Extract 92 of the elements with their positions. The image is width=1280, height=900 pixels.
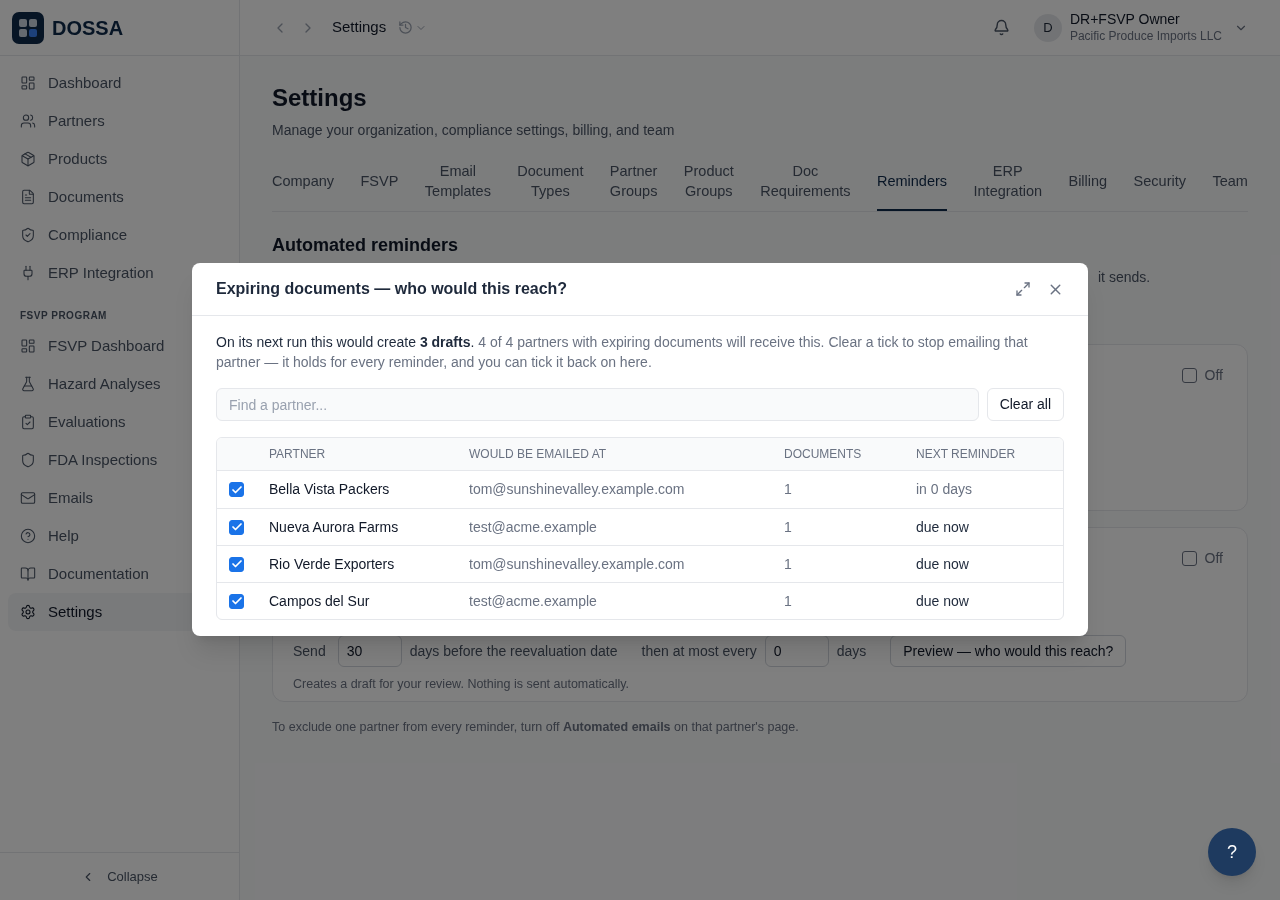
avatar[interactable]: D xyxy=(1033,13,1062,42)
tab[interactable]: ERP Integration xyxy=(973,161,1043,211)
sidebar-item[interactable]: FDA Inspections xyxy=(8,441,231,479)
people-icon xyxy=(20,113,36,129)
toggle-label: Off xyxy=(1204,366,1223,385)
expand-icon[interactable] xyxy=(1015,281,1031,297)
logo-icon xyxy=(12,11,44,44)
next-reminder: due now xyxy=(916,554,970,574)
sidebar-item[interactable]: Emails xyxy=(8,479,231,517)
card-hint: Creates a draft for your review. Nothing is sent automatically. xyxy=(293,676,631,693)
breadcrumb-title: Settings xyxy=(332,17,387,38)
days-input[interactable]: 30 xyxy=(337,635,402,667)
next-reminder: due now xyxy=(916,517,970,537)
days-before-label: days before the reevaluation date xyxy=(409,641,618,661)
section-title: Automated reminders xyxy=(272,234,460,257)
document-count: 1 xyxy=(784,554,793,574)
checkbox[interactable] xyxy=(229,482,244,497)
document-icon xyxy=(20,189,36,205)
sidebar-item[interactable]: Compliance xyxy=(8,216,231,254)
checkbox[interactable] xyxy=(229,519,244,535)
send-label: Send xyxy=(293,641,326,661)
partner-name: Rio Verde Exporters xyxy=(269,554,396,574)
mail-icon xyxy=(20,490,36,506)
sidebar-item[interactable]: Partners xyxy=(8,102,231,140)
collapse-button[interactable]: Collapse xyxy=(81,866,158,887)
tab[interactable]: Company xyxy=(272,161,335,211)
column-header: WOULD BE EMAILED AT xyxy=(469,446,608,463)
settings-icon xyxy=(20,604,36,620)
sidebar-item[interactable]: Products xyxy=(8,140,231,178)
tab[interactable]: Product Groups xyxy=(683,161,734,211)
preview-button[interactable]: Preview — who would this reach? xyxy=(890,635,1127,667)
summary-text: On its next run this would create 3 drafts. 4 of 4 partners with expiring documents will receive this. Clear a tick to stop emailing that partner — it holds for every reminder, and you can tick it back on here. xyxy=(216,333,1029,372)
help-icon xyxy=(20,528,36,544)
next-reminder: in 0 days xyxy=(916,480,974,499)
footnote: To exclude one partner from every reminder, turn off Automated emails on that partner's page. xyxy=(272,719,800,736)
sidebar-item[interactable]: Documentation xyxy=(8,555,231,593)
plug-icon xyxy=(20,265,36,281)
repeat-label: then at most every xyxy=(641,641,757,661)
user-name: DR+FSVP Owner xyxy=(1069,11,1181,29)
shield-icon xyxy=(20,452,36,468)
checkbox[interactable] xyxy=(229,556,244,572)
column-header: PARTNER xyxy=(269,446,327,463)
tab[interactable]: Document Types xyxy=(517,161,584,211)
sidebar-item[interactable]: Documents xyxy=(8,178,231,216)
next-reminder: due now xyxy=(916,591,970,611)
tab[interactable]: Email Templates xyxy=(424,161,491,211)
app-name: DOSSA xyxy=(52,15,124,41)
tab[interactable]: Doc Requirements xyxy=(760,161,851,211)
email-address: test@acme.example xyxy=(469,517,598,537)
section-description: it sends. xyxy=(1098,268,1152,287)
flask-icon xyxy=(20,376,36,392)
bell-icon[interactable] xyxy=(992,19,1010,36)
email-address: tom@sunshinevalley.example.com xyxy=(469,554,686,574)
tab[interactable]: Team xyxy=(1212,161,1248,211)
dialog-title: Expiring documents — who would this reach? xyxy=(216,279,568,299)
dashboard-icon xyxy=(20,75,36,91)
partner-name: Nueva Aurora Farms xyxy=(269,517,400,537)
partner-name: Bella Vista Packers xyxy=(269,480,391,499)
document-count: 1 xyxy=(784,591,793,611)
partner-name: Campos del Sur xyxy=(269,591,371,611)
tab[interactable]: Billing xyxy=(1068,161,1108,211)
clear-all-button[interactable]: Clear all xyxy=(986,388,1064,421)
help-button[interactable]: ? xyxy=(1208,828,1256,876)
tab[interactable]: Reminders xyxy=(876,161,948,211)
sidebar-item[interactable]: Dashboard xyxy=(8,64,231,102)
checkbox[interactable] xyxy=(1181,368,1197,383)
column-header: DOCUMENTS xyxy=(784,446,863,463)
box-icon xyxy=(20,151,36,167)
checkbox[interactable] xyxy=(1181,551,1197,566)
tab[interactable]: Security xyxy=(1133,161,1186,211)
search-field[interactable]: Find a partner... xyxy=(216,388,979,421)
tab[interactable]: Partner Groups xyxy=(609,161,658,211)
repeat-input[interactable]: 0 xyxy=(764,635,829,667)
page-title: Settings xyxy=(272,83,368,113)
organization-name: Pacific Produce Imports LLC xyxy=(1069,28,1222,44)
history-icon[interactable] xyxy=(398,20,414,35)
shield-check-icon xyxy=(20,227,36,243)
document-count: 1 xyxy=(784,517,793,537)
sidebar-item[interactable]: Help xyxy=(8,517,231,555)
book-icon xyxy=(20,566,36,582)
column-header: NEXT REMINDER xyxy=(916,446,1017,463)
clipboard-icon xyxy=(20,414,36,430)
days-label: days xyxy=(836,641,867,661)
document-count: 1 xyxy=(784,480,793,499)
toggle-label: Off xyxy=(1204,549,1223,568)
email-address: test@acme.example xyxy=(469,591,598,611)
tab[interactable]: FSVP xyxy=(360,161,399,211)
page-subtitle: Manage your organization, compliance settings, billing, and team xyxy=(272,121,676,140)
dashboard-icon xyxy=(20,338,36,354)
email-address: tom@sunshinevalley.example.com xyxy=(469,480,686,499)
section-heading: FSVP PROGRAM xyxy=(19,309,108,323)
checkbox[interactable] xyxy=(229,593,244,609)
